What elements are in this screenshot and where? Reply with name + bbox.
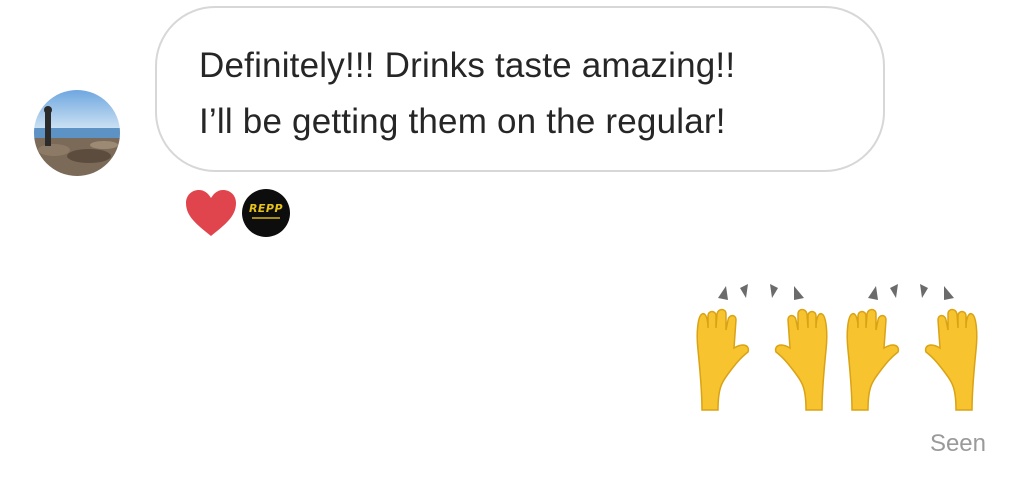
raising-hands-icon <box>696 284 828 411</box>
sender-avatar[interactable] <box>34 90 120 176</box>
message-reactions[interactable]: REPP <box>184 186 304 238</box>
reactor-logo-underline <box>252 217 280 219</box>
outgoing-emoji-message[interactable] <box>688 270 992 415</box>
message-line: I’ll be getting them on the regular! <box>199 102 726 141</box>
reactor-avatar[interactable]: REPP <box>242 189 290 237</box>
message-line: Definitely!!! Drinks taste amazing!! <box>199 46 736 85</box>
incoming-message-row: Definitely!!! Drinks taste amazing!! I’l… <box>0 0 1024 250</box>
incoming-message-bubble[interactable]: Definitely!!! Drinks taste amazing!! I’l… <box>155 6 885 172</box>
chat-thread: Definitely!!! Drinks taste amazing!! I’l… <box>0 0 1024 504</box>
raising-hands-icon <box>846 284 978 411</box>
incoming-message-text: Definitely!!! Drinks taste amazing!! I’l… <box>199 38 859 150</box>
seen-status: Seen <box>929 430 986 457</box>
heart-icon <box>186 190 236 236</box>
reactor-logo: REPP <box>248 202 284 215</box>
